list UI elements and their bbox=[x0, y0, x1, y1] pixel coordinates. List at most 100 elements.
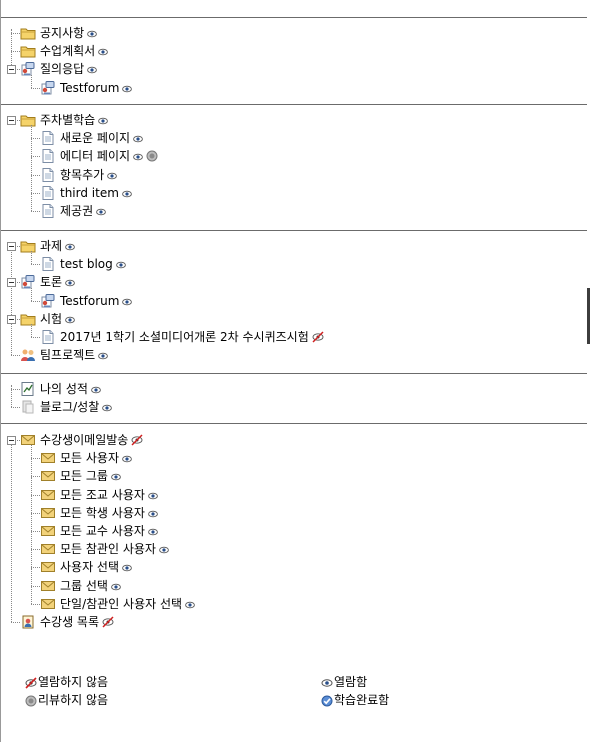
mail-icon bbox=[40, 596, 56, 612]
tree-item[interactable]: 모든 조교 사용자 bbox=[40, 486, 158, 504]
not-reviewed-icon bbox=[25, 695, 37, 706]
tree-item[interactable]: 모든 학생 사용자 bbox=[40, 504, 158, 522]
legend-viewed: 열람함 bbox=[318, 673, 367, 690]
blog-icon bbox=[20, 399, 36, 415]
tree-item[interactable]: 과제 bbox=[20, 237, 75, 255]
tree-item-label[interactable]: 모든 참관인 사용자 bbox=[60, 542, 156, 556]
collapse-toggle[interactable] bbox=[7, 436, 16, 445]
page-icon bbox=[40, 167, 56, 183]
tree-item-label[interactable]: 수업계획서 bbox=[40, 44, 95, 58]
collapse-toggle[interactable] bbox=[7, 242, 16, 251]
roster-icon bbox=[20, 614, 36, 630]
tree-item-label[interactable]: 수강생이메일발송 bbox=[40, 433, 128, 447]
tree-connector bbox=[31, 458, 32, 476]
section-divider bbox=[1, 17, 587, 18]
tree-item-label[interactable]: 모든 조교 사용자 bbox=[60, 488, 145, 502]
tree-item-label[interactable]: 팀프로젝트 bbox=[40, 348, 95, 362]
tree-item-label[interactable]: 새로운 페이지 bbox=[60, 131, 130, 145]
tree-connector bbox=[11, 51, 20, 52]
tree-connector bbox=[11, 33, 20, 34]
tree-item[interactable]: 수업계획서 bbox=[20, 42, 109, 60]
collapse-toggle[interactable] bbox=[7, 65, 16, 74]
viewed-icon bbox=[321, 677, 333, 687]
tree-connector bbox=[11, 407, 20, 408]
tree-item[interactable]: 에디터 페이지 bbox=[40, 147, 158, 165]
viewed-icon bbox=[65, 277, 75, 287]
tree-item[interactable]: 사용자 선택 bbox=[40, 558, 132, 576]
tree-item-label[interactable]: 에디터 페이지 bbox=[60, 149, 130, 163]
viewed-icon bbox=[87, 64, 98, 74]
tree-item-label[interactable]: 나의 성적 bbox=[40, 382, 88, 396]
tree-item-label[interactable]: 모든 사용자 bbox=[60, 451, 119, 465]
tree-item-label[interactable]: 과제 bbox=[40, 239, 62, 253]
tree-item-label[interactable]: 모든 그룹 bbox=[60, 469, 108, 483]
tree-item[interactable]: Testforum bbox=[40, 79, 133, 97]
tree-item[interactable]: 단일/참관인 사용자 선택 bbox=[40, 595, 195, 613]
tree-item-label[interactable]: 토론 bbox=[40, 275, 62, 289]
tree-connector bbox=[31, 495, 40, 496]
folder-icon bbox=[20, 25, 36, 41]
tree-item[interactable]: 새로운 페이지 bbox=[40, 129, 143, 147]
tree-item-label[interactable]: 시험 bbox=[40, 312, 62, 326]
tree-item[interactable]: 제공권 bbox=[40, 202, 106, 220]
tree-item[interactable]: 시험 bbox=[20, 310, 75, 328]
collapse-toggle[interactable] bbox=[7, 278, 16, 287]
section-divider bbox=[1, 423, 587, 424]
tree-item-label[interactable]: 모든 교수 사용자 bbox=[60, 524, 145, 538]
tree-item[interactable]: 항목추가 bbox=[40, 166, 118, 184]
scrollbar[interactable] bbox=[586, 0, 591, 742]
tree-item[interactable]: 모든 사용자 bbox=[40, 449, 132, 467]
not-viewed-icon bbox=[312, 331, 324, 343]
tree-connector bbox=[11, 29, 12, 69]
tree-connector bbox=[11, 622, 20, 623]
tree-item[interactable]: 주차별학습 bbox=[20, 111, 109, 129]
viewed-icon bbox=[65, 241, 75, 251]
tree-item-label[interactable]: 사용자 선택 bbox=[60, 560, 119, 574]
tree-item[interactable]: 수강생이메일발송 bbox=[20, 431, 143, 449]
tree-item-label[interactable]: 제공권 bbox=[60, 204, 93, 218]
tree-item[interactable]: 모든 그룹 bbox=[40, 467, 121, 485]
tree-item-label[interactable]: 그룹 선택 bbox=[60, 579, 108, 593]
tree-item[interactable]: 모든 교수 사용자 bbox=[40, 522, 158, 540]
folder-icon bbox=[20, 43, 36, 59]
tree-item-label[interactable]: 수강생 목록 bbox=[40, 615, 99, 629]
tree-item[interactable]: 그룹 선택 bbox=[40, 577, 121, 595]
tree-item-label[interactable]: Testforum bbox=[60, 81, 119, 95]
tree-item[interactable]: third item bbox=[40, 184, 132, 202]
tree-item-label[interactable]: 항목추가 bbox=[60, 168, 104, 182]
tree-connector bbox=[31, 567, 40, 568]
tree-item[interactable]: 팀프로젝트 bbox=[20, 346, 109, 364]
tree-item-label[interactable]: 주차별학습 bbox=[40, 113, 95, 127]
collapse-toggle[interactable] bbox=[7, 116, 16, 125]
completed-check-icon bbox=[321, 695, 333, 706]
viewed-icon bbox=[98, 46, 109, 56]
folder-icon bbox=[20, 311, 36, 327]
tree-item[interactable]: 모든 참관인 사용자 bbox=[40, 540, 169, 558]
viewed-icon bbox=[133, 151, 143, 161]
tree-item[interactable]: Testforum bbox=[40, 292, 133, 310]
tree-item-label[interactable]: 모든 학생 사용자 bbox=[60, 506, 145, 520]
tree-connector bbox=[31, 586, 32, 604]
tree-item[interactable]: 토론 bbox=[20, 273, 75, 291]
tree-item-label[interactable]: 공지사항 bbox=[40, 26, 84, 40]
tree-item[interactable]: test blog bbox=[40, 255, 126, 273]
tree-item[interactable]: 나의 성적 bbox=[20, 380, 101, 398]
tree-item-label[interactable]: 단일/참관인 사용자 선택 bbox=[60, 597, 182, 611]
collapse-toggle[interactable] bbox=[7, 315, 16, 324]
tree-item-label[interactable]: Testforum bbox=[60, 294, 119, 308]
tree-item-label[interactable]: 질의응답 bbox=[40, 62, 84, 76]
tree-item-label[interactable]: 2017년 1학기 소셜미디어개론 2차 수시퀴즈시험 bbox=[60, 330, 309, 344]
grade-icon bbox=[20, 381, 36, 397]
tree-item-label[interactable]: 블로그/성찰 bbox=[40, 400, 99, 414]
viewed-icon bbox=[148, 490, 158, 500]
tree-item[interactable]: 2017년 1학기 소셜미디어개론 2차 수시퀴즈시험 bbox=[40, 328, 324, 346]
scrollbar-thumb[interactable] bbox=[587, 288, 590, 344]
tree-item[interactable]: 블로그/성찰 bbox=[20, 398, 113, 416]
tree-item[interactable]: 수강생 목록 bbox=[20, 613, 114, 631]
tree-item-label[interactable]: third item bbox=[60, 186, 119, 200]
tree-item-label[interactable]: test blog bbox=[60, 257, 113, 271]
tree-item[interactable]: 공지사항 bbox=[20, 24, 98, 42]
section-divider bbox=[1, 104, 587, 105]
tree-connector bbox=[31, 75, 32, 88]
tree-connector bbox=[31, 264, 40, 265]
